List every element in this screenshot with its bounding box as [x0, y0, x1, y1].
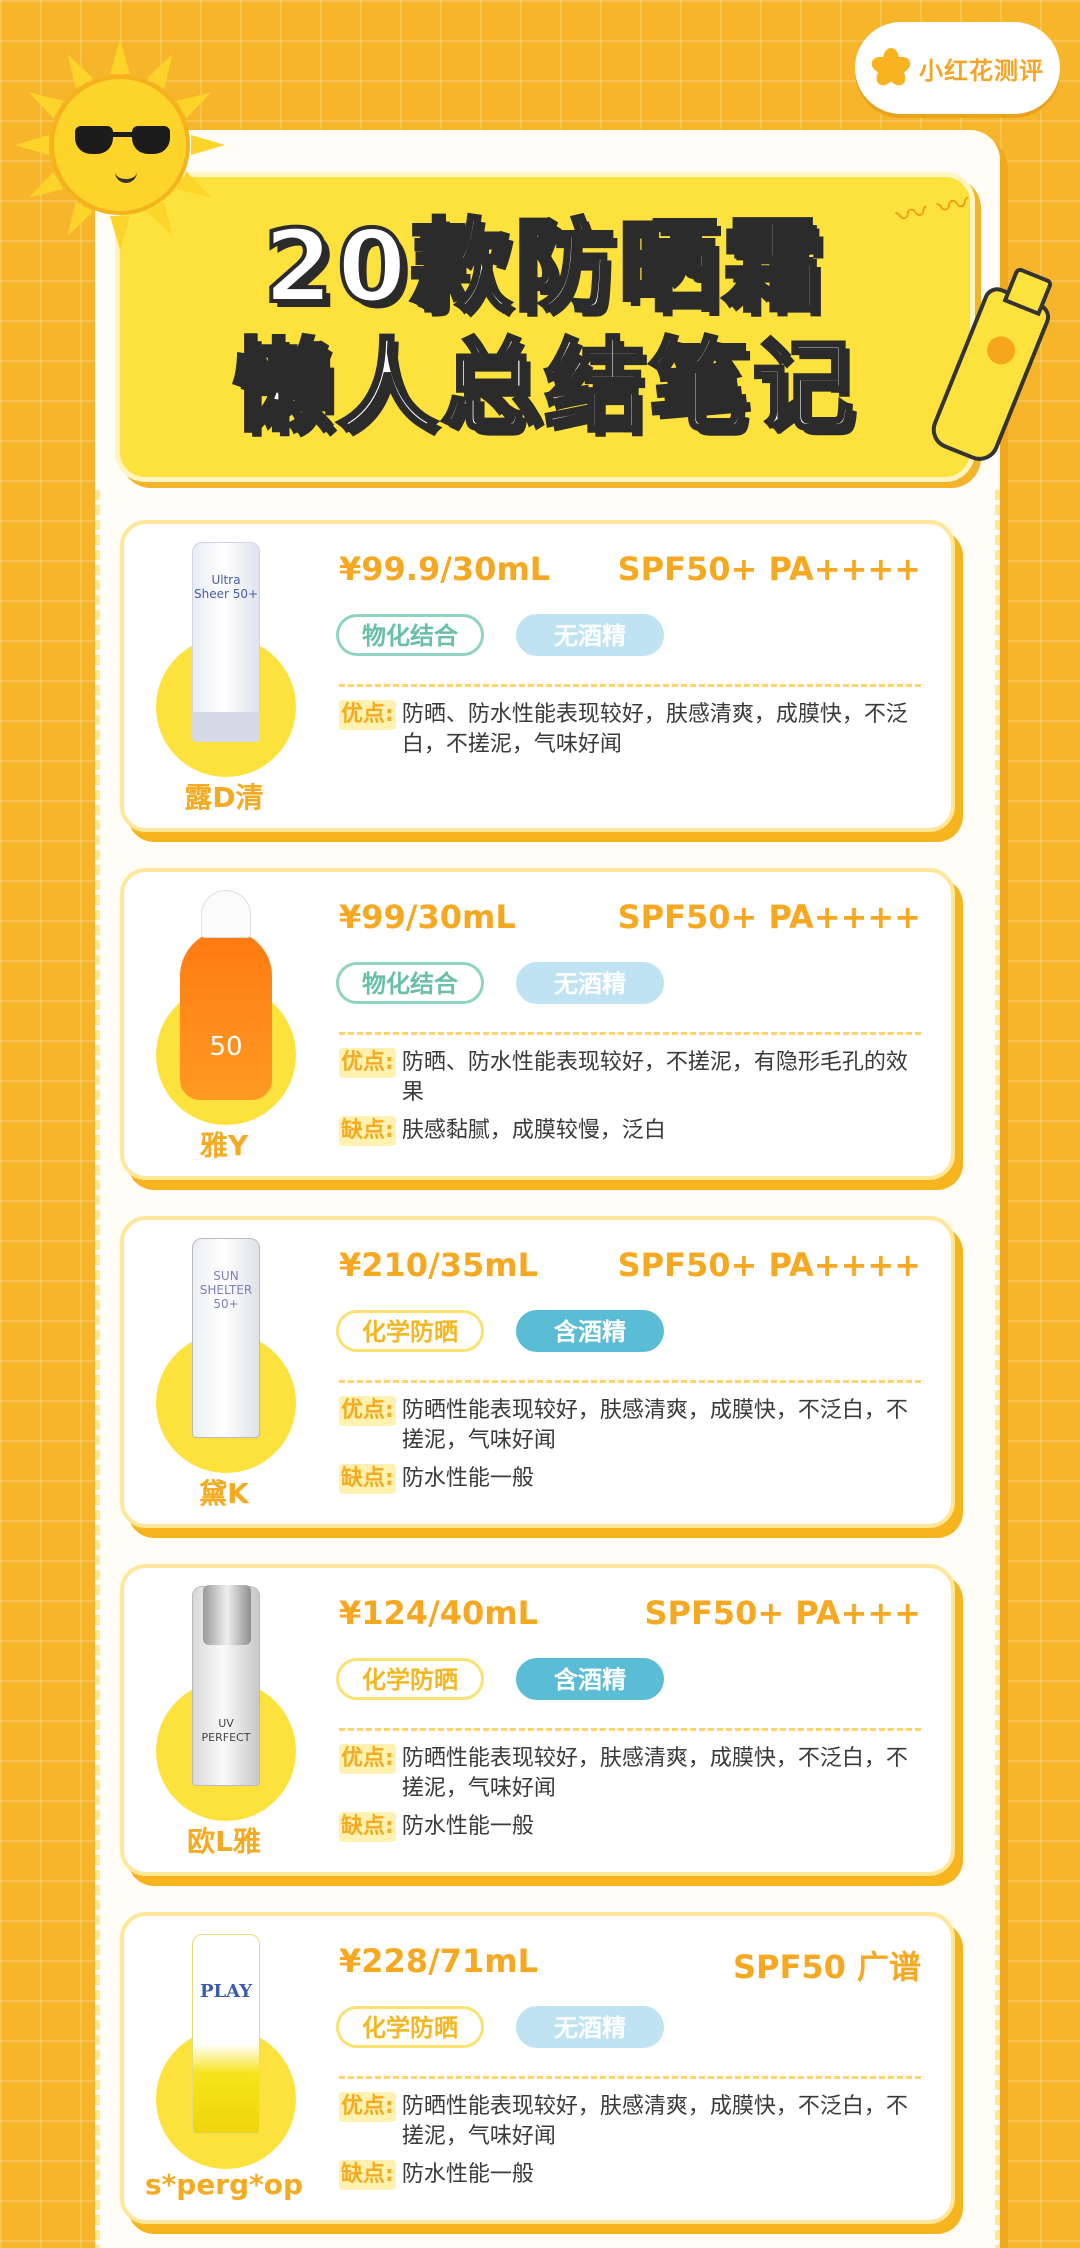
product-image: Ultra Sheer 50+ — [150, 542, 300, 777]
product-spf: SPF50+ PA++++ — [617, 1246, 921, 1284]
product-name: 欧L雅 — [187, 1825, 261, 1858]
title-box: 20款防晒霜 懒人总结笔记 — [115, 172, 975, 482]
product-price: ¥210/35mL — [339, 1246, 539, 1284]
title-line-1: 20款防晒霜 — [261, 206, 827, 327]
divider — [339, 1728, 921, 1731]
product-card: 50 雅Y ¥99/30mL SPF50+ PA++++ 物化结合 无酒精 优点… — [120, 868, 955, 1180]
cons-text: 肤感黏腻，成膜较慢，泛白 — [401, 1118, 666, 1143]
product-price: ¥228/71mL — [339, 1942, 539, 1980]
product-price: ¥124/40mL — [339, 1594, 539, 1632]
product-price: ¥99.9/30mL — [339, 550, 551, 588]
product-card: PLAY s*perg*op ¥228/71mL SPF50 广谱 化学防晒 无… — [120, 1912, 955, 2224]
cons-text: 防水性能一般 — [401, 2162, 534, 2187]
divider — [339, 1380, 921, 1383]
brand-name-text: 小红花测评 — [919, 56, 1044, 85]
pros-label: 优点: — [339, 2092, 396, 2122]
product-spf: SPF50 广谱 — [732, 1948, 921, 1986]
divider — [339, 2076, 921, 2079]
type-tag: 化学防晒 — [336, 1658, 484, 1700]
pros-text: 防晒性能表现较好，肤感清爽，成膜快，不泛白，不搓泥，气味好闻 — [401, 2094, 908, 2149]
product-card: UV PERFECT 欧L雅 ¥124/40mL SPF50+ PA+++ 化学… — [120, 1564, 955, 1876]
pros-text: 防晒、防水性能表现较好，肤感清爽，成膜快，不泛白，不搓泥，气味好闻 — [401, 702, 908, 757]
product-name: 黛K — [199, 1477, 249, 1510]
cons-label: 缺点: — [339, 1464, 396, 1494]
type-tag: 化学防晒 — [336, 1310, 484, 1352]
alcohol-tag: 含酒精 — [516, 1310, 664, 1352]
cons-text: 防水性能一般 — [401, 1466, 534, 1491]
flower-logo-icon — [869, 48, 913, 89]
alcohol-tag: 无酒精 — [516, 962, 664, 1004]
pros-text: 防晒性能表现较好，肤感清爽，成膜快，不泛白，不搓泥，气味好闻 — [401, 1746, 908, 1801]
cons-label: 缺点: — [339, 1116, 396, 1146]
sun-icon — [15, 40, 225, 250]
alcohol-tag: 无酒精 — [516, 614, 664, 656]
cons-label: 缺点: — [339, 1812, 396, 1842]
product-name: 露D清 — [184, 781, 264, 814]
type-tag: 物化结合 — [336, 962, 484, 1004]
product-name: s*perg*op — [144, 2168, 304, 2201]
product-spf: SPF50+ PA++++ — [617, 550, 921, 588]
product-spf: SPF50+ PA++++ — [617, 898, 921, 936]
product-name: 雅Y — [199, 1129, 249, 1162]
cons-label: 缺点: — [339, 2160, 396, 2190]
cons-row: 缺点: 防水性能一般 — [339, 1464, 921, 1494]
pros-label: 优点: — [339, 1048, 396, 1078]
product-spf: SPF50+ PA+++ — [644, 1594, 921, 1632]
product-price: ¥99/30mL — [339, 898, 516, 936]
cons-row: 缺点: 肤感黏腻，成膜较慢，泛白 — [339, 1116, 921, 1146]
cons-row: 缺点: 防水性能一般 — [339, 1812, 921, 1842]
brand-name: 小红花测评 — [919, 51, 1044, 86]
pros-row: 优点: 防晒性能表现较好，肤感清爽，成膜快，不泛白，不搓泥，气味好闻 — [339, 2092, 921, 2152]
alcohol-tag: 无酒精 — [516, 2006, 664, 2048]
cons-text: 防水性能一般 — [401, 1814, 534, 1839]
pros-row: 优点: 防晒、防水性能表现较好，肤感清爽，成膜快，不泛白，不搓泥，气味好闻 — [339, 700, 921, 760]
pros-row: 优点: 防晒性能表现较好，肤感清爽，成膜快，不泛白，不搓泥，气味好闻 — [339, 1396, 921, 1456]
pros-label: 优点: — [339, 1396, 396, 1426]
product-card: SUN SHELTER 50+ 黛K ¥210/35mL SPF50+ PA++… — [120, 1216, 955, 1528]
type-tag: 化学防晒 — [336, 2006, 484, 2048]
pros-text: 防晒、防水性能表现较好，不搓泥，有隐形毛孔的效果 — [401, 1050, 908, 1105]
product-image: SUN SHELTER 50+ — [150, 1238, 300, 1473]
pros-text: 防晒性能表现较好，肤感清爽，成膜快，不泛白，不搓泥，气味好闻 — [401, 1398, 908, 1453]
pros-row: 优点: 防晒、防水性能表现较好，不搓泥，有隐形毛孔的效果 — [339, 1048, 921, 1108]
divider — [339, 1032, 921, 1035]
pros-row: 优点: 防晒性能表现较好，肤感清爽，成膜快，不泛白，不搓泥，气味好闻 — [339, 1744, 921, 1804]
brand-logo: 小红花测评 — [855, 22, 1060, 114]
product-image: PLAY — [150, 1934, 300, 2169]
alcohol-tag: 含酒精 — [516, 1658, 664, 1700]
product-image: UV PERFECT — [150, 1585, 300, 1821]
divider — [339, 684, 921, 687]
product-card: Ultra Sheer 50+ 露D清 ¥99.9/30mL SPF50+ PA… — [120, 520, 955, 832]
product-image: 50 — [150, 890, 300, 1125]
sunglasses-icon — [75, 122, 170, 156]
type-tag: 物化结合 — [336, 614, 484, 656]
pros-label: 优点: — [339, 700, 396, 730]
title-line-2: 懒人总结笔记 — [231, 326, 857, 447]
pros-label: 优点: — [339, 1744, 396, 1774]
cons-row: 缺点: 防水性能一般 — [339, 2160, 921, 2190]
